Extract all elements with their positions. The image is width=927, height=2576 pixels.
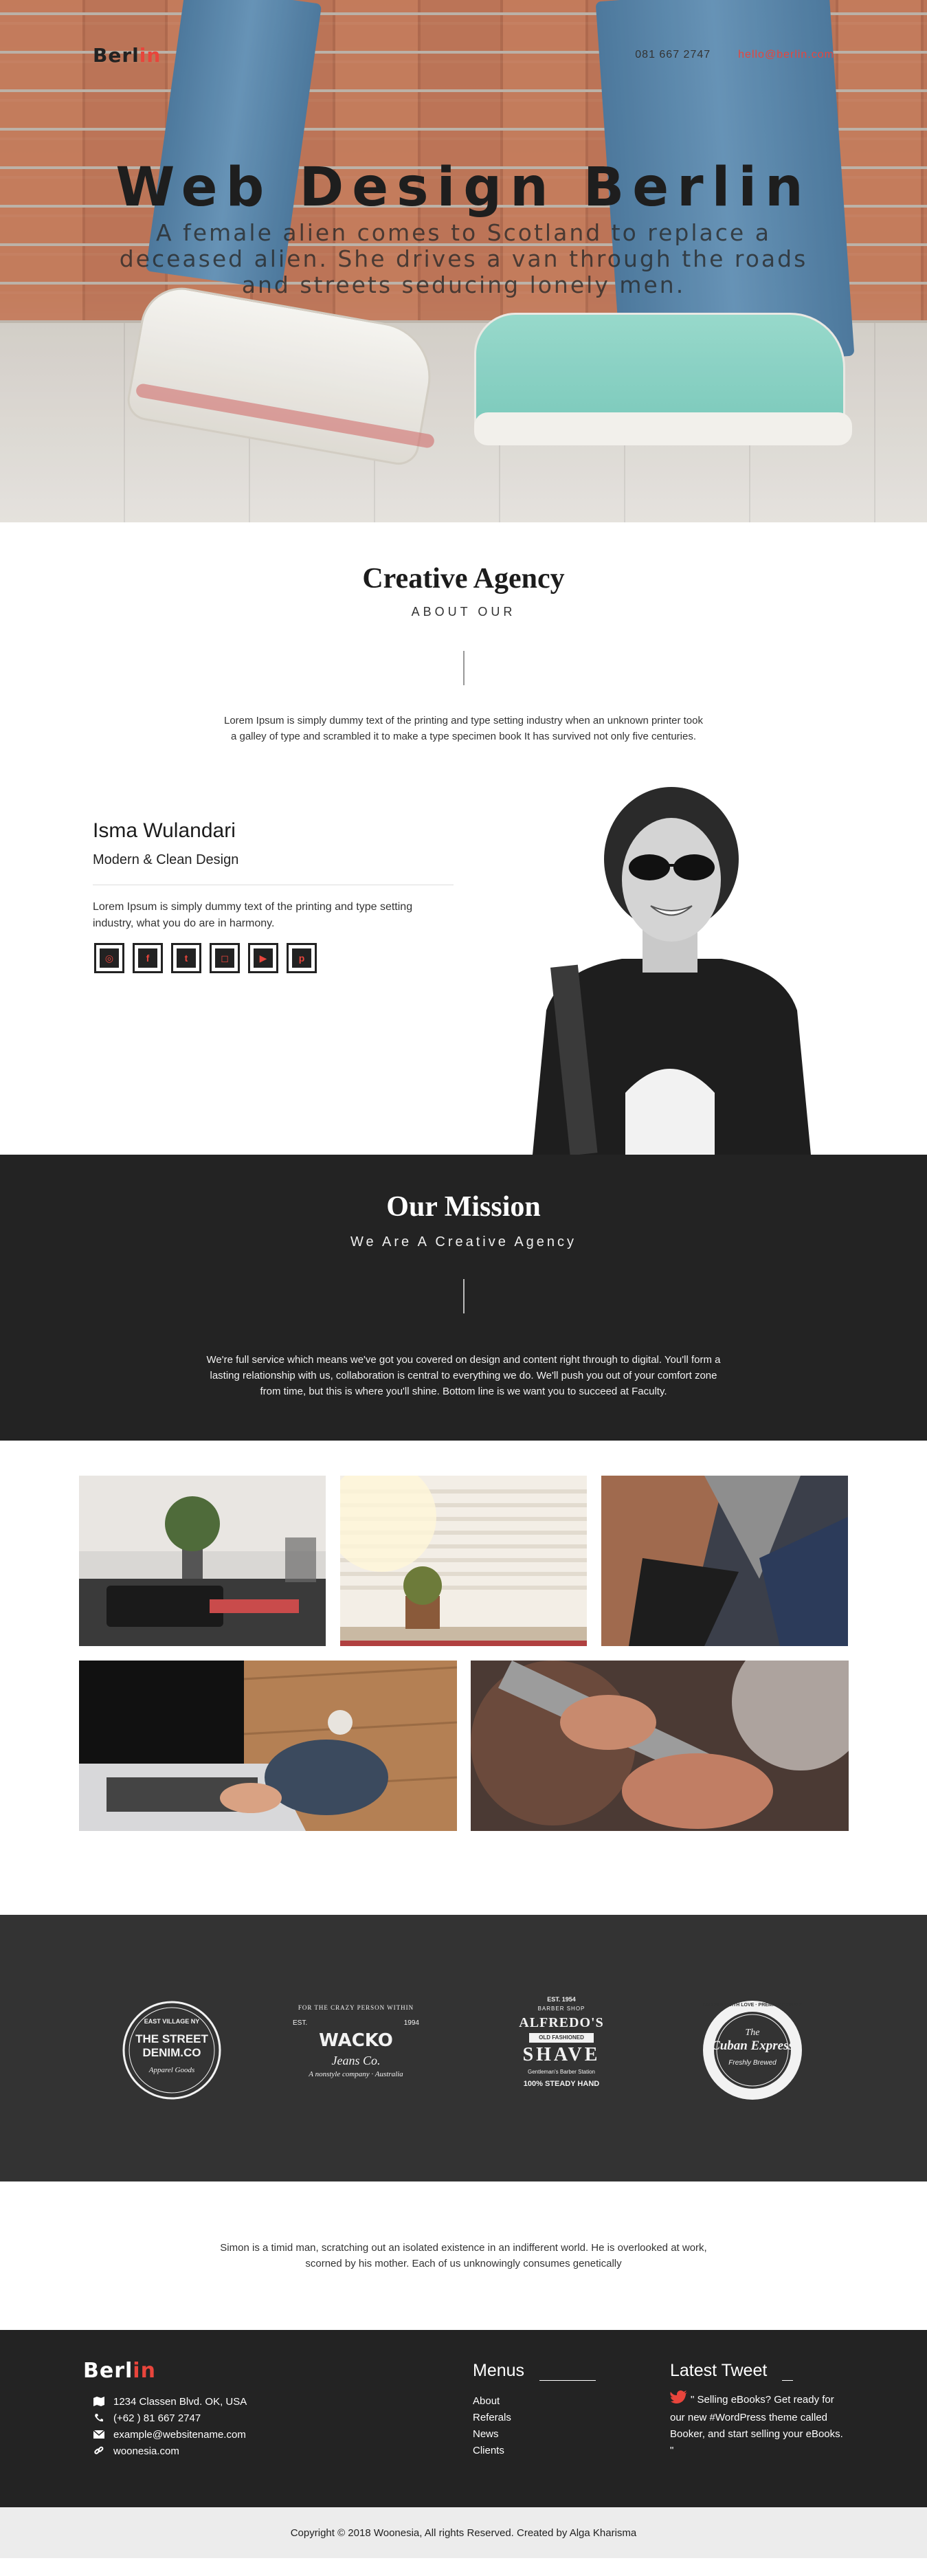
brand-logo-cuban-express[interactable]: CRAFTED WITH LOVE · PREMIUM COFFEE The C… bbox=[701, 1999, 804, 2102]
gallery-image-phone-hands[interactable] bbox=[471, 1661, 849, 1831]
quote-text: Simon is a timid man, scratching out an … bbox=[220, 2242, 707, 2269]
gallery-image-window-plant[interactable] bbox=[340, 1476, 587, 1646]
menus-underline bbox=[539, 2380, 596, 2381]
footer-menu-clients[interactable]: Clients bbox=[473, 2443, 511, 2459]
mission-text: We're full service which means we've got… bbox=[206, 1354, 721, 1397]
mission-label: We Are A Creative Agency bbox=[350, 1234, 577, 1250]
social-links: ◎ f t ◻ ▶ p bbox=[94, 943, 317, 973]
header-email[interactable]: hello@berlin.com bbox=[738, 49, 834, 61]
divider-line bbox=[462, 1279, 465, 1313]
twitter-icon[interactable]: t bbox=[171, 943, 201, 973]
profile-text: Lorem Ipsum is simply dummy text of the … bbox=[93, 901, 413, 929]
footer-menu-referals[interactable]: Referals bbox=[473, 2410, 511, 2426]
gallery-image-tie-suit[interactable] bbox=[601, 1476, 848, 1646]
footer-menu-about[interactable]: About bbox=[473, 2393, 511, 2410]
latest-tweet: " Selling eBooks? Get ready for our new … bbox=[670, 2390, 849, 2459]
about-section: Creative Agency ABOUT OUR Lorem Ipsum is… bbox=[0, 522, 927, 784]
mission-title: Our Mission bbox=[386, 1191, 541, 1223]
hero-title: Web Design Berlin bbox=[115, 157, 812, 219]
gallery-image-desk-plant[interactable] bbox=[79, 1476, 326, 1646]
copyright-bar: Copyright © 2018 Woonesia, All rights Re… bbox=[0, 2507, 927, 2558]
envelope-icon bbox=[93, 2430, 105, 2439]
mission-section: Our Mission We Are A Creative Agency We'… bbox=[0, 1155, 927, 1441]
latest-tweet-title: Latest Tweet bbox=[670, 2361, 768, 2380]
map-icon bbox=[93, 2397, 105, 2406]
twitter-bird-icon bbox=[670, 2390, 688, 2410]
tweet-underline bbox=[782, 2380, 793, 2381]
profile-section: Isma Wulandari Modern & Clean Design Lor… bbox=[0, 784, 927, 1155]
youtube-icon[interactable]: ▶ bbox=[248, 943, 278, 973]
footer-contact-info: 1234 Classen Blvd. OK, USA (+62 ) 81 667… bbox=[93, 2393, 247, 2459]
footer-menu-news[interactable]: News bbox=[473, 2426, 511, 2443]
quote-section: Simon is a timid man, scratching out an … bbox=[0, 2181, 927, 2330]
footer-logo[interactable]: Berlin bbox=[83, 2359, 156, 2383]
menus-title: Menus bbox=[473, 2361, 525, 2380]
instagram-icon[interactable]: ◻ bbox=[210, 943, 240, 973]
gallery-image-laptop[interactable] bbox=[79, 1661, 457, 1831]
footer-website[interactable]: woonesia.com bbox=[113, 2445, 179, 2457]
dribbble-icon[interactable]: ◎ bbox=[94, 943, 124, 973]
tweet-text: " Selling eBooks? Get ready for our new … bbox=[670, 2393, 843, 2456]
pinterest-icon[interactable]: p bbox=[287, 943, 317, 973]
footer-address: 1234 Classen Blvd. OK, USA bbox=[113, 2395, 247, 2408]
hero-subtitle: A female alien comes to Scotland to repl… bbox=[119, 219, 808, 298]
gallery-section bbox=[0, 1441, 927, 1915]
brand-logo-wacko-jeans[interactable]: FOR THE CRAZY PERSON WITHIN EST. 1994 WA… bbox=[287, 2004, 425, 2094]
profile-name: Isma Wulandari bbox=[93, 819, 236, 842]
copyright-text: Copyright © 2018 Woonesia, All rights Re… bbox=[290, 2527, 637, 2539]
link-icon bbox=[93, 2446, 105, 2456]
top-navigation-bar: Berlin 081 667 2747 hello@berlin.com bbox=[93, 41, 834, 69]
footer-menu: About Referals News Clients bbox=[473, 2393, 511, 2459]
header-phone[interactable]: 081 667 2747 bbox=[635, 49, 711, 61]
profile-role: Modern & Clean Design bbox=[93, 852, 239, 867]
hero-section: Berlin 081 667 2747 hello@berlin.com Web… bbox=[0, 0, 927, 522]
about-text: Lorem Ipsum is simply dummy text of the … bbox=[223, 715, 703, 742]
brand-logo-alfredos-shave[interactable]: EST. 1954 BARBER SHOP ALFREDO'S OLD FASH… bbox=[517, 1996, 606, 2106]
header-logo[interactable]: Berlin bbox=[93, 44, 161, 67]
profile-portrait-image bbox=[505, 784, 838, 1155]
footer-email[interactable]: example@websitename.com bbox=[113, 2429, 246, 2441]
about-title: Creative Agency bbox=[362, 563, 565, 595]
facebook-icon[interactable]: f bbox=[133, 943, 163, 973]
phone-icon bbox=[93, 2413, 105, 2423]
brand-logos-section: EAST VILLAGE NY THE STREET DENIM.CO Appa… bbox=[0, 1915, 927, 2181]
divider-line bbox=[462, 651, 465, 685]
footer-phone[interactable]: (+62 ) 81 667 2747 bbox=[113, 2412, 201, 2424]
footer: Berlin 1234 Classen Blvd. OK, USA (+62 )… bbox=[0, 2330, 927, 2507]
brand-logo-street-denim[interactable]: EAST VILLAGE NY THE STREET DENIM.CO Appa… bbox=[120, 1999, 223, 2102]
about-label: ABOUT OUR bbox=[411, 605, 516, 619]
